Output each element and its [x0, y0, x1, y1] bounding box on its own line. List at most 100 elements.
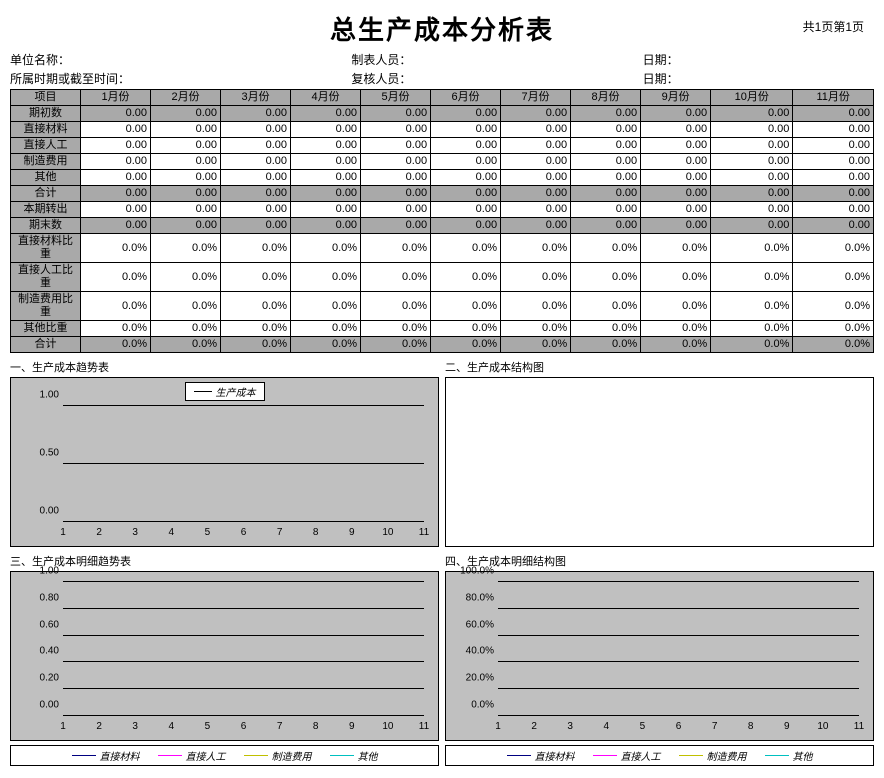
- cell: 0.00: [501, 202, 571, 218]
- cell: 0.0%: [291, 234, 361, 263]
- cell: 0.00: [81, 186, 151, 202]
- cell: 0.00: [291, 154, 361, 170]
- cell: 0.00: [151, 186, 221, 202]
- row-label: 合计: [11, 186, 81, 202]
- cell: 0.00: [291, 170, 361, 186]
- row-label: 期初数: [11, 106, 81, 122]
- page-title: 总生产成本分析表: [10, 10, 874, 47]
- cell: 0.00: [361, 122, 431, 138]
- cell: 0.0%: [711, 292, 793, 321]
- cell: 0.00: [151, 138, 221, 154]
- cell: 0.00: [361, 218, 431, 234]
- cell: 0.00: [793, 154, 874, 170]
- cell: 0.00: [571, 138, 641, 154]
- cell: 0.00: [641, 106, 711, 122]
- cell: 0.0%: [641, 263, 711, 292]
- cell: 0.00: [291, 138, 361, 154]
- cell: 0.00: [571, 202, 641, 218]
- cell: 0.00: [291, 122, 361, 138]
- cell: 0.00: [221, 218, 291, 234]
- cell: 0.00: [793, 138, 874, 154]
- cell: 0.00: [361, 170, 431, 186]
- col-header: 5月份: [361, 90, 431, 106]
- cell: 0.00: [431, 138, 501, 154]
- cell: 0.0%: [641, 292, 711, 321]
- cell: 0.00: [641, 122, 711, 138]
- cell: 0.0%: [221, 263, 291, 292]
- cell: 0.0%: [151, 337, 221, 353]
- cell: 0.00: [793, 186, 874, 202]
- row-label: 直接材料: [11, 122, 81, 138]
- cell: 0.00: [431, 186, 501, 202]
- cell: 0.00: [501, 122, 571, 138]
- cell: 0.00: [221, 154, 291, 170]
- cell: 0.00: [501, 138, 571, 154]
- cell: 0.00: [221, 138, 291, 154]
- cell: 0.0%: [793, 263, 874, 292]
- cell: 0.00: [571, 170, 641, 186]
- cell: 0.0%: [291, 292, 361, 321]
- cell: 0.00: [81, 170, 151, 186]
- cell: 0.00: [571, 106, 641, 122]
- cell: 0.00: [151, 154, 221, 170]
- col-header: 项目: [11, 90, 81, 106]
- cell: 0.00: [431, 170, 501, 186]
- chart1-title: 一、生产成本趋势表: [10, 359, 439, 375]
- cell: 0.00: [431, 122, 501, 138]
- meta-date2: 日期：: [583, 70, 874, 87]
- cell: 0.0%: [501, 337, 571, 353]
- cell: 0.00: [81, 218, 151, 234]
- chart1-legend: 生产成本: [185, 382, 265, 401]
- cell: 0.0%: [221, 337, 291, 353]
- cell: 0.0%: [221, 321, 291, 337]
- col-header: 2月份: [151, 90, 221, 106]
- cell: 0.0%: [291, 321, 361, 337]
- row-label: 直接人工: [11, 138, 81, 154]
- col-header: 8月份: [571, 90, 641, 106]
- cell: 0.00: [501, 186, 571, 202]
- cell: 0.00: [641, 186, 711, 202]
- cell: 0.00: [151, 122, 221, 138]
- cell: 0.00: [711, 138, 793, 154]
- cell: 0.00: [151, 170, 221, 186]
- cell: 0.0%: [501, 263, 571, 292]
- cell: 0.00: [81, 138, 151, 154]
- cell: 0.00: [81, 106, 151, 122]
- cell: 0.00: [793, 106, 874, 122]
- col-header: 9月份: [641, 90, 711, 106]
- cell: 0.0%: [361, 321, 431, 337]
- cell: 0.0%: [81, 263, 151, 292]
- cell: 0.0%: [291, 337, 361, 353]
- chart1: 生产成本 0.000.501.001234567891011: [10, 377, 439, 547]
- chart2-title: 二、生产成本结构图: [445, 359, 874, 375]
- cell: 0.00: [291, 218, 361, 234]
- cell: 0.0%: [431, 292, 501, 321]
- cell: 0.0%: [641, 234, 711, 263]
- cell: 0.00: [501, 106, 571, 122]
- meta-date1: 日期：: [583, 51, 874, 68]
- meta-unit: 单位名称：: [10, 51, 241, 68]
- cell: 0.00: [711, 218, 793, 234]
- cell: 0.0%: [151, 234, 221, 263]
- cell: 0.0%: [361, 263, 431, 292]
- cell: 0.00: [501, 154, 571, 170]
- cell: 0.0%: [431, 321, 501, 337]
- cell: 0.00: [501, 170, 571, 186]
- cell: 0.00: [793, 202, 874, 218]
- cost-table: 项目1月份2月份3月份4月份5月份6月份7月份8月份9月份10月份11月份 期初…: [10, 89, 874, 353]
- col-header: 4月份: [291, 90, 361, 106]
- meta-preparer: 制表人员：: [241, 51, 582, 68]
- cell: 0.00: [361, 138, 431, 154]
- cell: 0.00: [81, 154, 151, 170]
- cell: 0.0%: [501, 321, 571, 337]
- cell: 0.00: [221, 106, 291, 122]
- cell: 0.00: [711, 106, 793, 122]
- col-header: 11月份: [793, 90, 874, 106]
- row-label: 期末数: [11, 218, 81, 234]
- cell: 0.0%: [711, 263, 793, 292]
- cell: 0.00: [711, 170, 793, 186]
- cell: 0.0%: [711, 234, 793, 263]
- row-label: 本期转出: [11, 202, 81, 218]
- cell: 0.00: [431, 202, 501, 218]
- row-label: 其他比重: [11, 321, 81, 337]
